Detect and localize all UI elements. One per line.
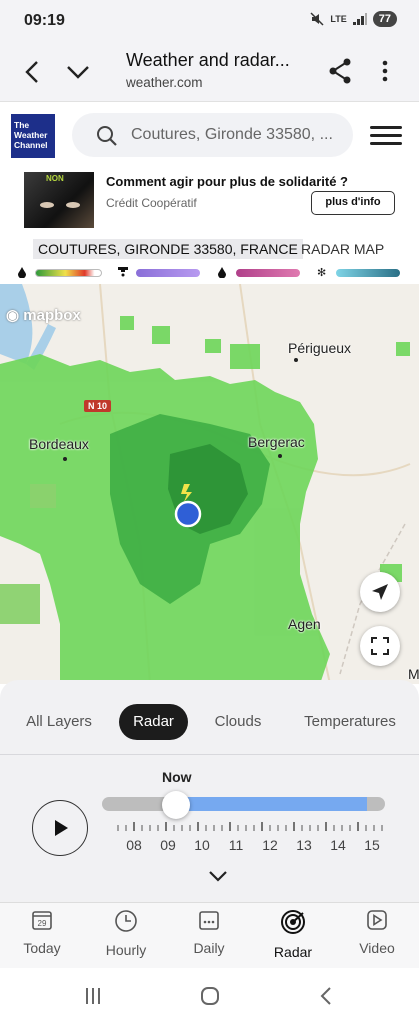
collapse-chevron-icon[interactable] (208, 870, 228, 882)
city-label: Agen (288, 616, 321, 632)
signal-icon (352, 13, 367, 25)
nav-label: Today (23, 940, 61, 956)
page-url[interactable]: weather.com (126, 75, 203, 90)
timeline-track[interactable] (102, 797, 385, 811)
legend-rain-bar (35, 269, 102, 277)
bottom-navigation: 29 Today Hourly Daily Radar Video (0, 902, 419, 968)
share-icon[interactable] (328, 58, 352, 84)
timeline-ticks (117, 822, 383, 831)
timeline-hour-label[interactable]: 11 (221, 837, 251, 853)
legend-mix-bar (236, 269, 300, 277)
nav-label: Daily (193, 940, 225, 956)
tab-radar[interactable]: Radar (119, 704, 188, 740)
tab-clouds[interactable]: Clouds (206, 704, 270, 740)
nav-today[interactable]: 29 Today (4, 909, 80, 956)
mix-drop-icon (218, 267, 226, 278)
browser-toolbar: Weather and radar... weather.com (0, 44, 419, 102)
location-bar: COUTURES, GIRONDE 33580, FRANCE RADAR MA… (0, 236, 419, 264)
timeline-hour-label[interactable]: 12 (255, 837, 285, 853)
timeline-knob[interactable] (162, 791, 190, 819)
hail-icon (118, 267, 128, 277)
mapbox-attribution[interactable]: ◉ mapbox (6, 306, 81, 324)
svg-text:29: 29 (38, 919, 47, 928)
ad-title: Comment agir pour plus de solidarité ? (106, 174, 348, 189)
radar-map[interactable]: ◉ mapbox N 10 Périgueux Bordeaux Bergera… (0, 284, 419, 684)
radar-map-label: RADAR MAP (301, 241, 385, 257)
search-icon (97, 126, 117, 146)
calendar-29-icon: 29 (32, 911, 52, 930)
back-arrow-icon[interactable] (24, 60, 40, 84)
search-input[interactable]: Coutures, Gironde 33580, ... (72, 113, 353, 157)
home-icon[interactable] (200, 986, 220, 1006)
hamburger-menu-icon[interactable] (370, 126, 402, 146)
network-label: LTE (330, 14, 347, 24)
sheet-divider (0, 754, 419, 755)
timeline-hour-label[interactable]: 14 (323, 837, 353, 853)
more-menu-icon[interactable] (382, 60, 388, 82)
timeline-hour-label[interactable]: 15 (357, 837, 387, 853)
tab-all-layers[interactable]: All Layers (18, 704, 100, 740)
city-label: M (408, 666, 419, 682)
battery-badge: 77 (372, 11, 397, 27)
timeline-played (176, 797, 367, 811)
legend-hail-bar (136, 269, 200, 277)
tab-temperatures[interactable]: Temperatures (296, 704, 404, 740)
road-badge: N 10 (84, 400, 112, 412)
nav-radar[interactable]: Radar (255, 909, 331, 960)
navigation-arrow-icon (372, 584, 388, 600)
status-time: 09:19 (24, 12, 65, 29)
location-name: COUTURES, GIRONDE 33580, FRANCE (33, 239, 303, 259)
nav-label: Hourly (105, 942, 147, 958)
map-base (0, 284, 411, 684)
city-label: Périgueux (288, 340, 352, 356)
locate-me-button[interactable] (360, 572, 400, 612)
play-square-icon (367, 910, 387, 930)
snowflake-icon: ✻ (317, 267, 327, 279)
timeline-hour-label[interactable]: 09 (153, 837, 183, 853)
timeline-hour-label[interactable]: 08 (119, 837, 149, 853)
ad-more-info-button[interactable]: plus d'info (311, 191, 395, 215)
precip-legend: ✻ (0, 264, 419, 284)
site-header: The Weather Channel Coutures, Gironde 33… (0, 102, 419, 168)
rain-drop-icon (18, 267, 26, 278)
nav-video[interactable]: Video (339, 909, 415, 956)
now-label: Now (162, 769, 192, 785)
status-bar: 09:19 LTE 77 (0, 0, 419, 44)
nav-daily[interactable]: Daily (171, 909, 247, 956)
weather-channel-logo[interactable]: The Weather Channel (11, 114, 55, 158)
nav-label: Video (359, 940, 395, 956)
calendar-dots-icon (199, 911, 219, 930)
clock-icon (115, 910, 137, 932)
play-icon (55, 820, 68, 836)
layer-sheet: All Layers Radar Clouds Temperatures Now… (0, 680, 419, 902)
status-icons: LTE 77 (310, 11, 397, 27)
nav-label: Radar (273, 944, 313, 960)
play-button[interactable] (32, 800, 88, 856)
radar-icon (281, 910, 305, 934)
timeline-hour-label[interactable]: 13 (289, 837, 319, 853)
mute-icon (310, 12, 324, 26)
city-label: Bergerac (248, 434, 305, 450)
fullscreen-icon (371, 637, 389, 655)
chevron-down-icon[interactable] (66, 64, 90, 80)
search-placeholder: Coutures, Gironde 33580, ... (131, 126, 333, 143)
system-back-icon[interactable] (320, 986, 332, 1006)
ad-sponsor: Crédit Coopératif (106, 196, 197, 210)
ad-banner[interactable]: NON Comment agir pour plus de solidarité… (20, 168, 399, 232)
recent-apps-icon[interactable] (84, 987, 102, 1005)
nav-hourly[interactable]: Hourly (88, 909, 164, 958)
system-navigation (0, 968, 419, 1024)
timeline-hour-label[interactable]: 10 (187, 837, 217, 853)
ad-image: NON (24, 172, 94, 228)
current-location-marker (174, 500, 202, 528)
fullscreen-button[interactable] (360, 626, 400, 666)
city-label: Bordeaux (29, 436, 89, 452)
legend-snow-bar (336, 269, 400, 277)
page-title: Weather and radar... (126, 50, 290, 70)
